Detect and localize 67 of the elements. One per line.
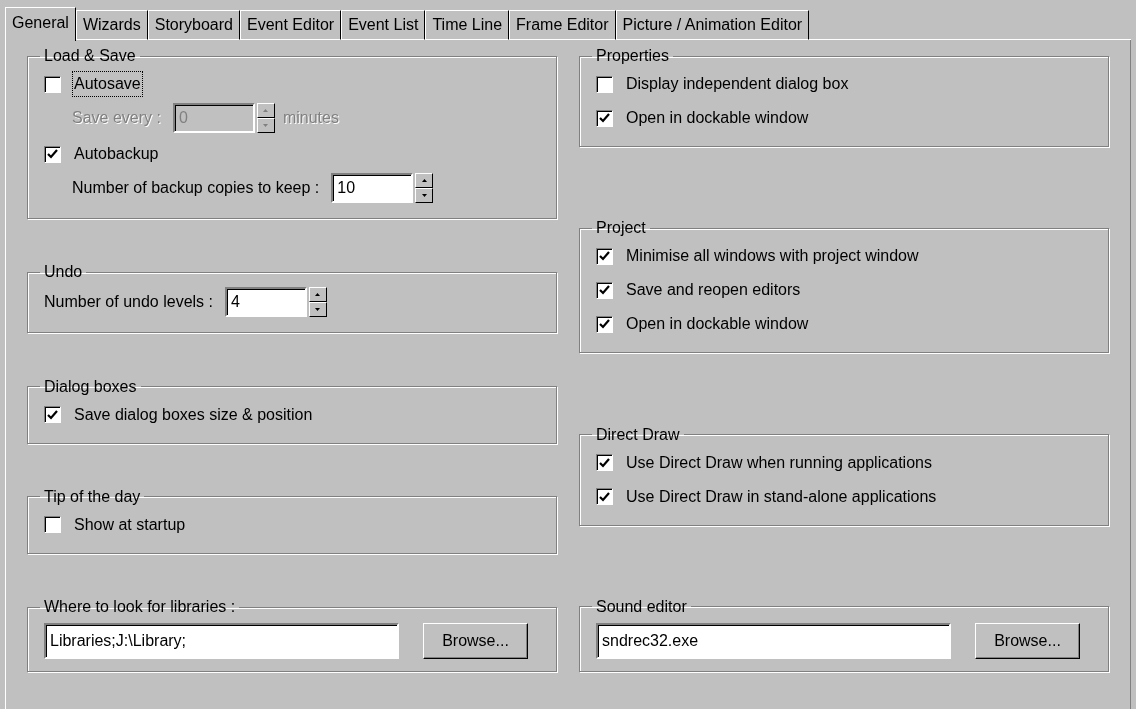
group-title: Load & Save bbox=[43, 46, 137, 66]
up-arrow-icon bbox=[421, 179, 427, 182]
checkbox[interactable] bbox=[44, 406, 61, 423]
spin-down-button[interactable] bbox=[415, 188, 434, 203]
spin-down-button[interactable] bbox=[309, 302, 327, 318]
tab[interactable]: Frame Editor bbox=[509, 10, 616, 40]
checkmark-icon bbox=[599, 251, 610, 262]
checkbox[interactable] bbox=[596, 315, 613, 333]
checkmark-icon bbox=[599, 319, 610, 330]
path-field[interactable]: Libraries;J:\Library; bbox=[44, 623, 399, 659]
checkbox[interactable] bbox=[596, 75, 613, 93]
checkbox-label: Autosave bbox=[73, 72, 142, 96]
checkbox-label: Use Direct Draw when running applications bbox=[625, 452, 933, 473]
field-label: Number of backup copies to keep : bbox=[72, 178, 320, 198]
checkbox-label: Open in dockable window bbox=[625, 314, 810, 335]
checkbox[interactable] bbox=[596, 281, 613, 299]
group-title: Direct Draw bbox=[595, 424, 681, 445]
tab[interactable]: Storyboard bbox=[147, 10, 240, 40]
down-arrow-icon bbox=[421, 194, 427, 197]
checkbox[interactable] bbox=[44, 516, 61, 534]
number-field[interactable]: 4 bbox=[225, 287, 307, 318]
checkbox-label: Display independent dialog box bbox=[625, 74, 850, 94]
checkmark-icon bbox=[47, 409, 58, 420]
browse-button[interactable]: Browse... bbox=[975, 623, 1080, 659]
checkmark-icon bbox=[599, 285, 610, 296]
path-field[interactable]: sndrec32.exe bbox=[596, 623, 951, 659]
down-arrow-icon bbox=[315, 308, 321, 312]
checkbox[interactable] bbox=[596, 247, 613, 265]
browse-button[interactable]: Browse... bbox=[423, 623, 528, 659]
group-title: Project bbox=[595, 218, 647, 239]
spin-up-button[interactable] bbox=[415, 173, 434, 188]
down-arrow-icon bbox=[263, 124, 269, 127]
field-label: Number of undo levels : bbox=[44, 292, 213, 313]
checkmark-icon bbox=[47, 149, 58, 159]
checkbox-label: Autobackup bbox=[73, 144, 160, 164]
checkmark-icon bbox=[599, 491, 610, 502]
spin-up-button[interactable] bbox=[309, 287, 327, 303]
checkmark-icon bbox=[599, 457, 610, 468]
group-title: Sound editor bbox=[595, 597, 688, 617]
group-title: Dialog boxes bbox=[43, 376, 138, 397]
number-field[interactable]: 10 bbox=[331, 173, 414, 203]
checkbox[interactable] bbox=[596, 454, 613, 472]
checkmark-icon bbox=[599, 113, 610, 123]
up-arrow-icon bbox=[263, 109, 269, 112]
group-title: Properties bbox=[595, 46, 670, 66]
tab[interactable]: Picture / Animation Editor bbox=[615, 10, 810, 40]
up-arrow-icon bbox=[315, 293, 321, 297]
checkbox[interactable] bbox=[596, 109, 613, 127]
unit-label: minutes bbox=[282, 108, 339, 128]
checkbox-label: Show at startup bbox=[73, 514, 187, 535]
tab[interactable]: Event Editor bbox=[239, 10, 342, 40]
checkbox[interactable] bbox=[44, 75, 61, 93]
tab[interactable]: Wizards bbox=[75, 10, 148, 40]
tab[interactable]: Event List bbox=[341, 10, 426, 40]
checkbox-label: Open in dockable window bbox=[625, 108, 810, 128]
field-label: Save every : bbox=[72, 108, 161, 128]
checkbox-label: Minimise all windows with project window bbox=[625, 246, 920, 267]
tab[interactable]: Time Line bbox=[425, 10, 510, 40]
checkbox[interactable] bbox=[596, 488, 613, 506]
checkbox-label: Save and reopen editors bbox=[625, 280, 802, 301]
checkbox-label: Use Direct Draw in stand-alone applications bbox=[625, 486, 938, 507]
checkbox[interactable] bbox=[44, 145, 61, 163]
checkbox-label: Save dialog boxes size & position bbox=[73, 404, 314, 425]
group-title: Where to look for libraries : bbox=[43, 597, 237, 617]
group-title: Tip of the day bbox=[43, 486, 142, 507]
tab[interactable]: General bbox=[5, 7, 76, 41]
group-title: Undo bbox=[43, 262, 84, 283]
